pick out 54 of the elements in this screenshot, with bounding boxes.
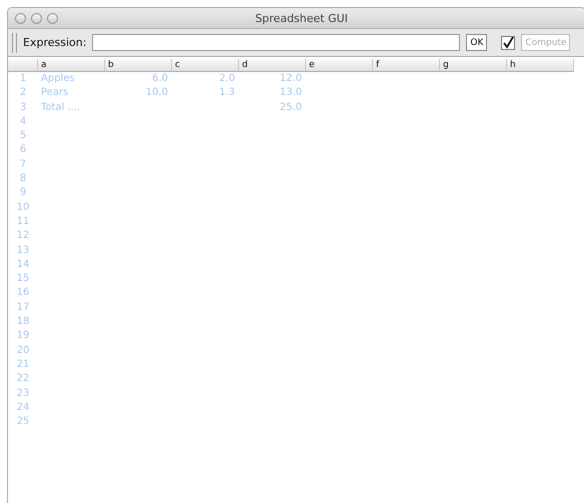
row-number: 5	[18, 129, 28, 144]
row-number: 18	[16, 315, 30, 330]
expression-field[interactable]	[92, 34, 460, 51]
row-number: 1	[18, 72, 28, 86]
column-header[interactable]: a	[38, 59, 105, 72]
row-number: 12	[16, 229, 30, 244]
toolbar-grip[interactable]	[12, 32, 17, 52]
table-cell: 13.0	[280, 87, 302, 98]
row-number: 23	[16, 386, 30, 401]
table-cell: 12.0	[280, 73, 302, 84]
window-control-button[interactable]	[47, 12, 58, 24]
row-number: 10	[16, 200, 30, 215]
window-control-button[interactable]	[15, 12, 26, 24]
column-header[interactable]: g	[440, 59, 507, 72]
ok-button[interactable]: OK	[466, 34, 488, 51]
row-number: 6	[18, 143, 28, 158]
row-number: 21	[16, 358, 30, 372]
row-number: 22	[16, 372, 30, 386]
table-cell: Apples	[41, 73, 75, 84]
table-cell: 2.0	[219, 73, 235, 84]
row-number: 7	[18, 158, 28, 172]
row-number: 13	[16, 244, 30, 258]
column-header[interactable]: c	[172, 59, 239, 72]
table-cell: 6.0	[152, 73, 168, 84]
column-header[interactable]: b	[105, 59, 172, 72]
row-number: 19	[16, 329, 30, 344]
row-number: 8	[18, 172, 28, 186]
row-number: 15	[16, 272, 30, 286]
row-number: 2	[18, 86, 28, 100]
table-cell: Total ....	[41, 102, 80, 113]
row-number: 3	[18, 100, 28, 115]
row-number: 20	[16, 344, 30, 358]
window-title: Spreadsheet GUI	[255, 12, 349, 24]
row-number: 25	[16, 415, 30, 430]
window-control-button[interactable]	[31, 12, 42, 24]
table-cell: 10.0	[146, 87, 168, 98]
column-header[interactable]: h	[507, 59, 574, 72]
table-cell: 1.3	[219, 87, 235, 98]
row-number: 24	[16, 400, 30, 415]
column-header[interactable]: d	[239, 59, 306, 72]
compute-checkbox[interactable]	[501, 36, 516, 50]
row-number: 4	[18, 114, 28, 129]
table-cell: 25.0	[280, 102, 302, 113]
row-number: 14	[16, 258, 30, 272]
column-header[interactable]: e	[306, 59, 373, 72]
column-header[interactable]: f	[373, 59, 440, 72]
row-number: 17	[16, 300, 30, 315]
row-number: 11	[16, 214, 30, 229]
corner-header	[8, 59, 38, 72]
expression-label: Expression:	[23, 36, 86, 49]
row-number: 9	[18, 186, 28, 200]
row-number: 16	[16, 286, 30, 300]
check-icon	[502, 36, 514, 48]
table-cell: Pears	[41, 87, 68, 98]
